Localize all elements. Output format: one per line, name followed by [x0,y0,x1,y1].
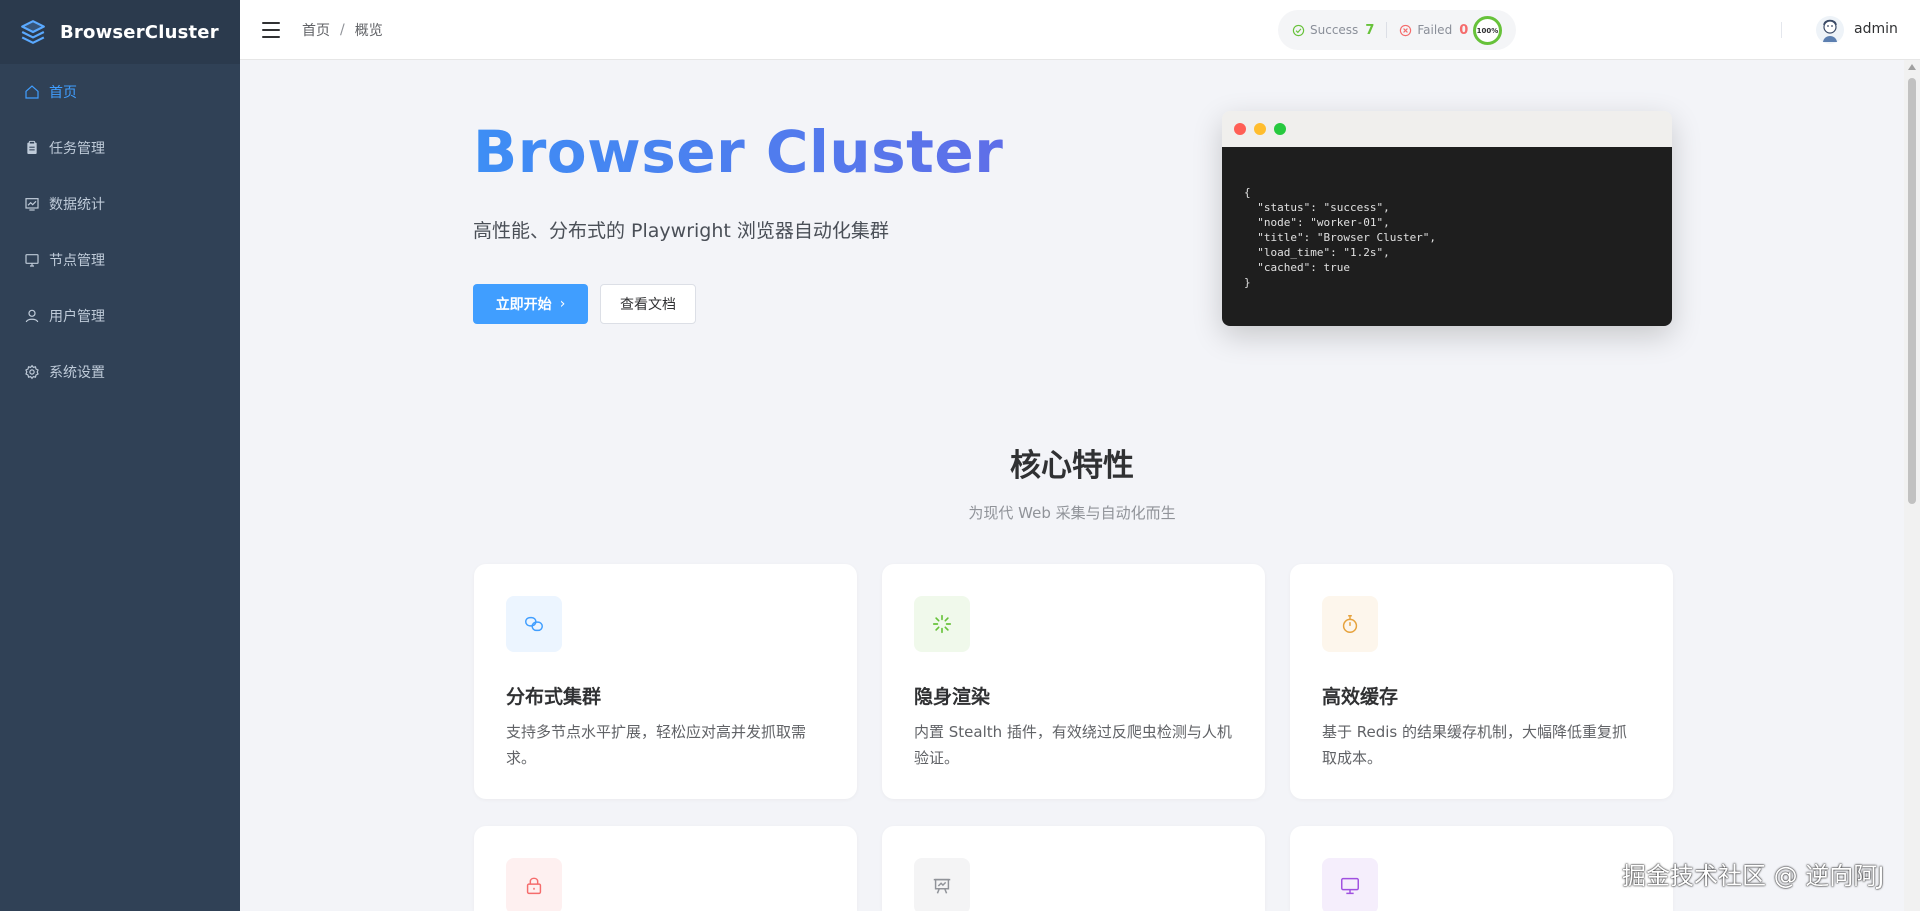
page-scrollbar[interactable] [1904,60,1920,911]
feature-card-desc: 基于 Redis 的结果缓存机制，大幅降低重复抓取成本。 [1322,723,1628,767]
feature-card-stealth: 隐身渲染 内置 Stealth 插件，有效绕过反爬虫检测与人机验证。 [882,564,1265,799]
stopwatch-icon [1322,596,1378,652]
code-body: { "status": "success", "node": "worker-0… [1222,147,1672,326]
view-docs-button[interactable]: 查看文档 [600,284,696,324]
features-subtitle: 为现代 Web 采集与自动化而生 [968,504,1176,522]
brand[interactable]: BrowserCluster [0,0,240,64]
sidebar-item-label: 任务管理 [49,141,105,157]
hero-subtitle: 高性能、分布式的 Playwright 浏览器自动化集群 [473,220,889,242]
hamburger-icon[interactable] [262,21,280,38]
success-stat: Success 7 [1292,23,1374,38]
failed-count: 0 [1459,22,1469,38]
feature-card-dashboard [1290,826,1673,911]
chart-icon [24,196,40,212]
maximize-dot-icon [1274,123,1286,135]
failed-stat: Failed 0 [1399,23,1468,38]
get-started-button[interactable]: 立即开始 › [473,284,588,324]
sidebar-item-stats[interactable]: 数据统计 [0,176,240,232]
monitor-icon [24,252,40,268]
feature-card-title: 隐身渲染 [914,686,991,708]
window-titlebar [1222,111,1672,147]
feature-card-distributed: 分布式集群 支持多节点水平扩展，轻松应对高并发抓取需求。 [474,564,857,799]
sidebar-menu: 首页 任务管理 数据统计 节点管理 用户管理 系统设置 [0,64,240,400]
sidebar-item-nodes[interactable]: 节点管理 [0,232,240,288]
success-count: 7 [1365,22,1375,38]
sidebar-item-users[interactable]: 用户管理 [0,288,240,344]
divider [1781,22,1782,38]
feature-card-monitoring [882,826,1265,911]
avatar[interactable] [1816,16,1844,44]
breadcrumb-current: 概览 [354,22,383,39]
chevron-right-icon: › [559,296,566,312]
feature-card-title: 高效缓存 [1322,686,1399,708]
top-header: 首页 / 概览 [240,0,1920,60]
sidebar-item-home[interactable]: 首页 [0,64,240,120]
features-title: 核心特性 [1010,448,1134,484]
feature-card-security [474,826,857,911]
code-sample: { "status": "success", "node": "worker-0… [1244,186,1437,289]
divider [1386,22,1388,38]
sidebar-item-label: 系统设置 [49,365,105,381]
sidebar-item-tasks[interactable]: 任务管理 [0,120,240,176]
scroll-up-icon[interactable] [1908,64,1916,70]
breadcrumb-separator: / [340,21,345,38]
feature-card-cache: 高效缓存 基于 Redis 的结果缓存机制，大幅降低重复抓取成本。 [1290,564,1673,799]
sidebar-item-label: 首页 [49,85,77,101]
connection-icon [506,596,562,652]
user-icon [24,308,40,324]
sidebar-item-settings[interactable]: 系统设置 [0,344,240,400]
success-rate-ring: 100% [1473,16,1502,45]
username[interactable]: admin [1854,21,1898,37]
layers-icon [20,19,46,45]
breadcrumb: 首页 / 概览 [302,20,383,40]
hero-title: Browser Cluster [473,118,1004,186]
home-icon [24,84,40,100]
lock-icon [506,858,562,911]
sidebar-item-label: 数据统计 [49,197,105,213]
brand-name: BrowserCluster [60,21,219,43]
check-circle-icon [1292,24,1305,36]
close-dot-icon [1234,123,1246,135]
failed-label: Failed [1417,23,1453,37]
sidebar-item-label: 节点管理 [49,253,105,269]
minimize-dot-icon [1254,123,1266,135]
code-preview-window: { "status": "success", "node": "worker-0… [1222,111,1672,326]
breadcrumb-home[interactable]: 首页 [302,20,330,40]
monitor-icon [1322,858,1378,911]
feature-card-desc: 支持多节点水平扩展，轻松应对高并发抓取需求。 [506,723,807,767]
get-started-label: 立即开始 [495,297,552,313]
scrollbar-thumb[interactable] [1908,78,1916,504]
feature-card-title: 分布式集群 [506,686,602,708]
sidebar-item-label: 用户管理 [49,309,105,325]
success-label: Success [1310,23,1359,37]
x-circle-icon [1400,24,1412,36]
feature-card-desc: 内置 Stealth 插件，有效绕过反爬虫检测与人机验证。 [914,723,1232,767]
watermark: 掘金技术社区 @ 逆向阿J [1622,862,1885,890]
loading-sparkle-icon [914,596,970,652]
clipboard-icon [24,140,40,156]
gear-icon [24,364,40,380]
presentation-icon [914,858,970,911]
